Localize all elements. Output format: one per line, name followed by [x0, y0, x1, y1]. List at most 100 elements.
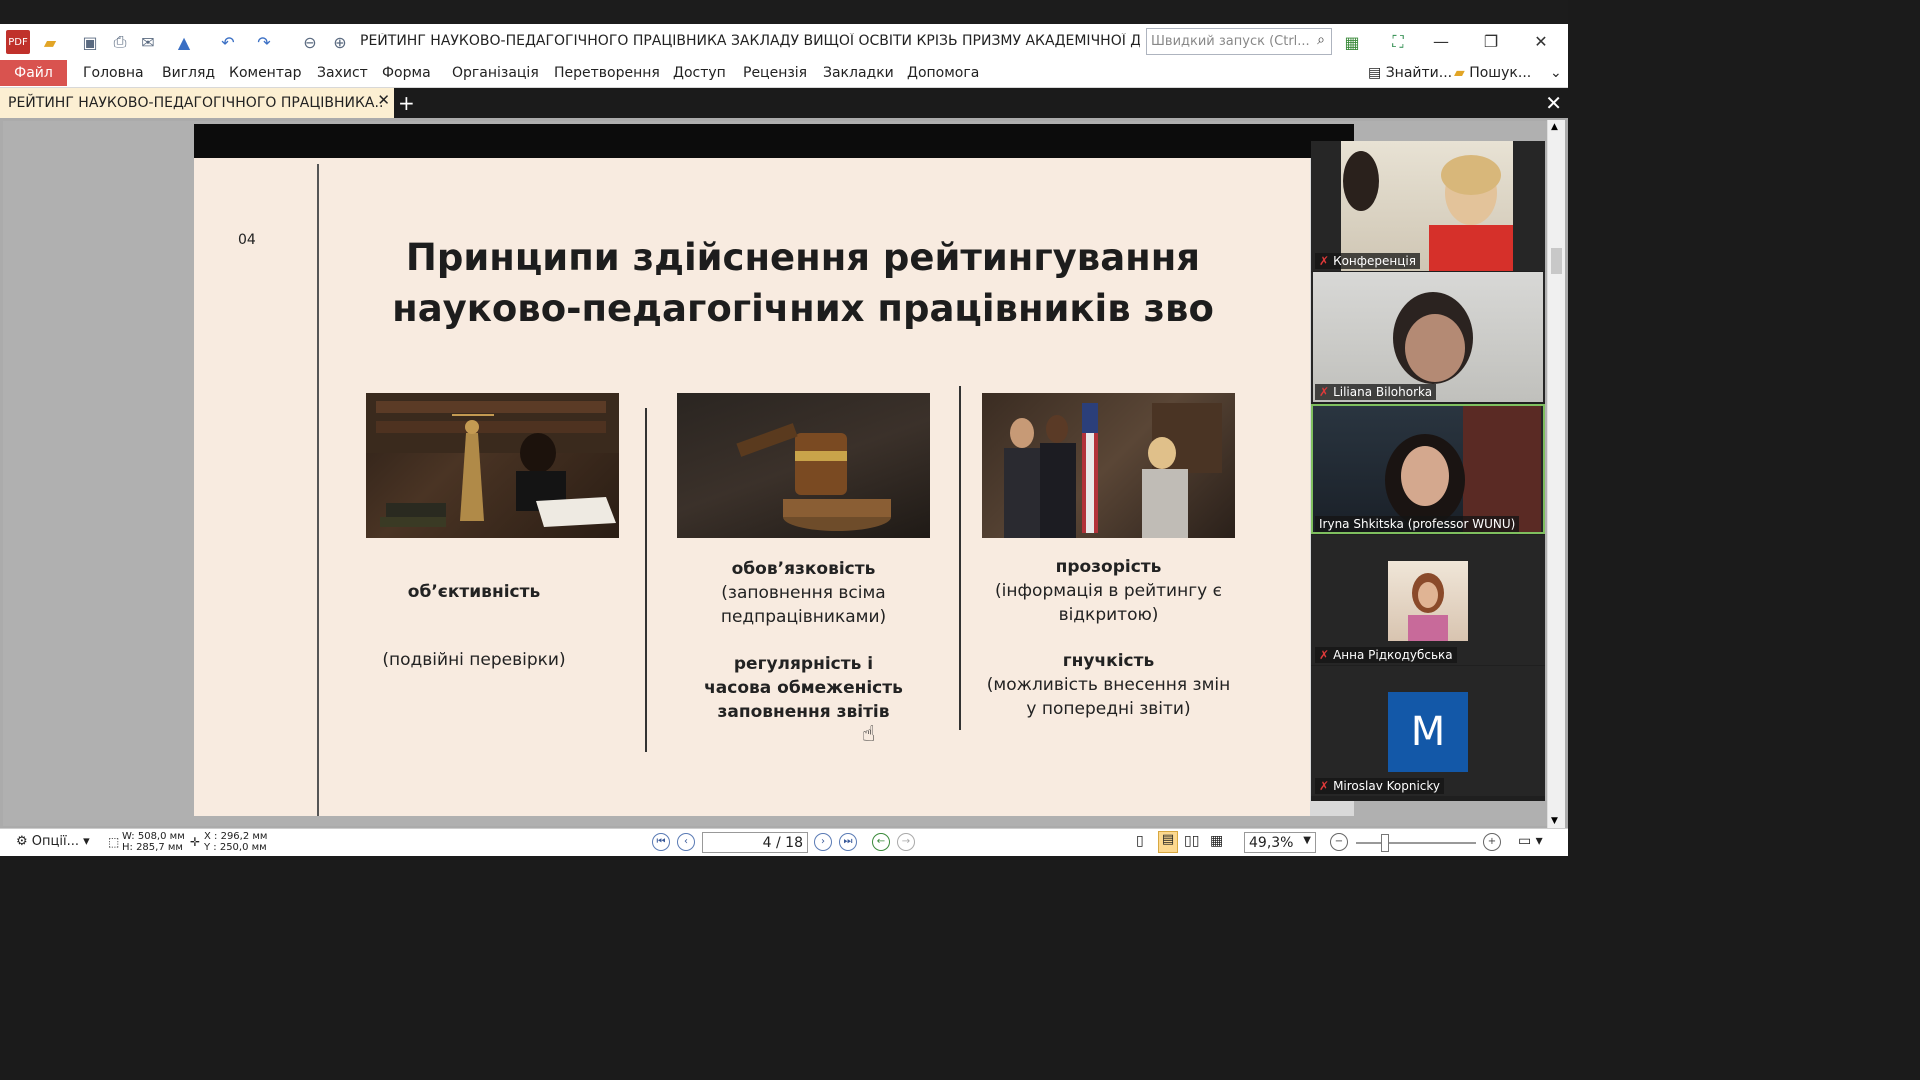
gear-icon: ⚙: [16, 834, 32, 849]
quick-launch-input[interactable]: Швидкий запуск (Ctrl... ⌕: [1146, 28, 1332, 55]
col3-text1b: відкритою): [1058, 605, 1159, 625]
minimize-button[interactable]: —: [1426, 30, 1456, 54]
find-button[interactable]: ▤ Знайти...: [1368, 65, 1452, 81]
mic-muted-icon: ✗: [1319, 254, 1330, 268]
crosshair-icon: ✛: [190, 835, 201, 849]
col3-text2a: (можливість внесення змін: [986, 675, 1231, 695]
participant-tile-active[interactable]: Iryna Shkitska (professor WUNU): [1311, 404, 1545, 534]
page-number-input[interactable]: 4 / 18: [702, 832, 808, 853]
scroll-up-icon[interactable]: ▲: [1551, 122, 1558, 132]
mic-muted-icon: ✗: [1319, 779, 1330, 793]
col2-text1b: педпрацівниками): [720, 607, 887, 627]
close-button[interactable]: ✕: [1526, 30, 1556, 54]
undo-icon[interactable]: ↶: [216, 30, 240, 54]
participant-avatar: [1388, 561, 1468, 641]
fit-width-icon[interactable]: ▭ ▾: [1518, 833, 1543, 849]
back-icon[interactable]: ⊖: [298, 30, 322, 54]
mic-muted-icon: ✗: [1319, 385, 1330, 399]
first-page-icon[interactable]: ⏮: [652, 833, 670, 851]
fullscreen-icon[interactable]: ⛶: [1386, 30, 1410, 54]
last-page-icon[interactable]: ⏭: [839, 833, 857, 851]
slide-title-line2: науково-педагогічних працівників зво: [392, 287, 1214, 330]
menu-bar: Файл Головна Вигляд Коментар Захист Форм…: [0, 60, 1568, 88]
slide-left-divider: [317, 164, 319, 816]
menu-access[interactable]: Доступ: [673, 65, 726, 81]
menu-bookmarks[interactable]: Закладки: [823, 65, 894, 81]
col2-bold2b: часова обмеженість: [704, 678, 903, 698]
page-size-icon: ⬚: [108, 835, 120, 849]
participant-video: [1313, 406, 1541, 532]
menu-review[interactable]: Рецензія: [743, 65, 807, 81]
participant-tile[interactable]: ✗ Liliana Bilohorka: [1311, 272, 1545, 402]
pdf-page: 04 Принципи здійснення рейтингування нау…: [194, 124, 1354, 816]
prev-view-icon[interactable]: ←: [872, 833, 890, 851]
continuous-page-icon[interactable]: ▤: [1158, 831, 1178, 853]
search-label: Пошук...: [1469, 65, 1532, 81]
participant-name-text: Miroslav Kopnicky: [1333, 779, 1441, 793]
menu-protect[interactable]: Захист: [317, 65, 368, 81]
zoom-select[interactable]: 49,3% ▼: [1244, 832, 1316, 853]
menu-comment[interactable]: Коментар: [229, 65, 301, 81]
col3-bold2: гнучкість: [1062, 651, 1155, 671]
next-view-icon[interactable]: →: [897, 833, 915, 851]
col2-bold2a: регулярність і: [733, 654, 874, 674]
email-icon[interactable]: ✉: [136, 30, 160, 54]
search-icon: ⌕: [1317, 32, 1325, 48]
redo-icon[interactable]: ↷: [252, 30, 276, 54]
options-button[interactable]: ⚙ Опції... ▾: [16, 834, 90, 849]
find-label: Знайти...: [1385, 65, 1453, 81]
forward-icon[interactable]: ⊕: [328, 30, 352, 54]
menu-organize[interactable]: Організація: [452, 65, 539, 81]
zoom-slider-thumb[interactable]: [1381, 834, 1389, 852]
vertical-scrollbar[interactable]: ▲ ▼: [1547, 120, 1565, 828]
participant-name: ✗ Miroslav Kopnicky: [1315, 778, 1445, 794]
skin-icon[interactable]: ▦: [1340, 30, 1364, 54]
col2-text1a: (заповнення всіма: [721, 583, 886, 603]
column-divider-2: [959, 386, 961, 730]
continuous-facing-icon[interactable]: ▦: [1210, 833, 1223, 849]
hand-cursor-icon: ☝: [862, 722, 876, 747]
single-page-icon[interactable]: ▯: [1136, 833, 1144, 849]
find-icon: ▤: [1368, 65, 1386, 81]
collapse-ribbon-icon[interactable]: ⌄: [1550, 65, 1562, 81]
participant-tile[interactable]: M ✗ Miroslav Kopnicky: [1311, 666, 1545, 796]
photo-people-flag: [982, 393, 1235, 538]
participant-tile[interactable]: ✗ Конференція: [1311, 141, 1545, 271]
search-button[interactable]: ▰ Пошук...: [1454, 65, 1531, 81]
participant-tile[interactable]: ✗ Анна Рідкодубська: [1311, 535, 1545, 665]
save-icon[interactable]: ▣: [78, 30, 102, 54]
print-icon[interactable]: ⎙: [108, 30, 132, 54]
scroll-thumb[interactable]: [1551, 248, 1562, 274]
zoom-slider-track[interactable]: [1356, 842, 1476, 844]
participant-name-text: Конференція: [1333, 254, 1416, 268]
page-dimensions: W: 508,0 мм H: 285,7 мм: [122, 831, 185, 853]
zoom-in-icon[interactable]: +: [1483, 833, 1501, 851]
menu-help[interactable]: Допомога: [907, 65, 979, 81]
menu-home[interactable]: Головна: [83, 65, 144, 81]
scroll-down-icon[interactable]: ▼: [1551, 816, 1558, 826]
restore-button[interactable]: ❐: [1476, 30, 1506, 54]
new-tab-button[interactable]: +: [398, 91, 415, 115]
facing-page-icon[interactable]: ▯▯: [1184, 833, 1199, 849]
participant-name: ✗ Liliana Bilohorka: [1315, 384, 1437, 400]
prev-page-icon[interactable]: ‹: [677, 833, 695, 851]
next-page-icon[interactable]: ›: [814, 833, 832, 851]
photo-justice-statue: [366, 393, 619, 538]
zoom-out-icon[interactable]: −: [1330, 833, 1348, 851]
menu-view[interactable]: Вигляд: [162, 65, 215, 81]
video-participants-panel: ✗ Конференція ✗ Liliana Bilohorka Iryna Sh…: [1311, 141, 1545, 801]
col2-bold1: обов’язковість: [731, 559, 876, 579]
page-top-band: [194, 124, 1354, 158]
menu-convert[interactable]: Перетворення: [554, 65, 660, 81]
tab-close-icon[interactable]: ✕: [377, 91, 390, 109]
participant-name-text: Iryna Shkitska (professor WUNU): [1319, 517, 1516, 531]
menu-form[interactable]: Форма: [382, 65, 431, 81]
open-folder-icon[interactable]: ▰: [38, 30, 62, 54]
mic-muted-icon: ✗: [1319, 648, 1330, 662]
status-bar: ⚙ Опції... ▾ ⬚ W: 508,0 мм H: 285,7 мм ✛ …: [0, 828, 1568, 856]
document-tab[interactable]: РЕЙТИНГ НАУКОВО-ПЕДАГОГІЧНОГО ПРАЦІВНИКА…: [0, 88, 394, 118]
close-all-tabs-icon[interactable]: ✕: [1545, 91, 1562, 115]
menu-file[interactable]: Файл: [0, 60, 67, 86]
window-title: РЕЙТИНГ НАУКОВО-ПЕДАГОГІЧНОГО ПРАЦІВНИКА…: [360, 33, 1140, 49]
scan-icon[interactable]: ▲: [172, 30, 196, 54]
